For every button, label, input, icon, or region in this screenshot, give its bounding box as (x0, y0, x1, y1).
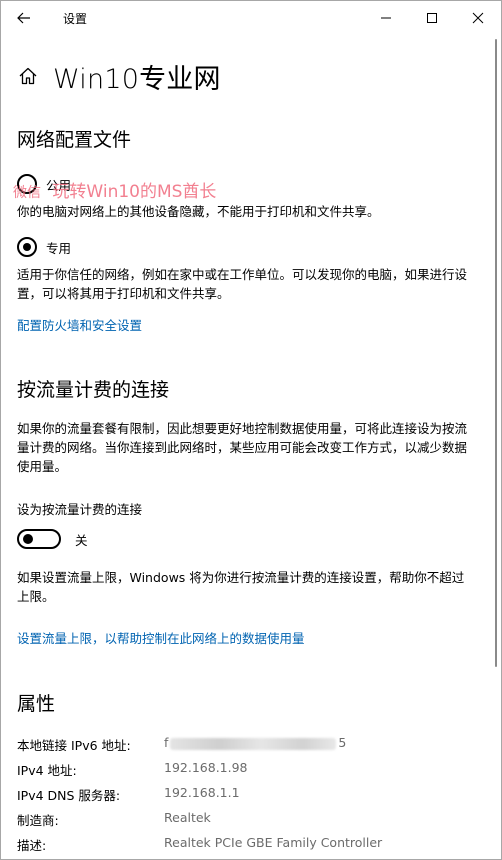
ipv6-end: 5 (338, 735, 347, 750)
metered-toggle-label: 设为按流量计费的连接 (17, 502, 143, 517)
metered-heading: 按流量计费的连接 (17, 379, 170, 401)
window-title: 设置 (63, 12, 88, 26)
minimize-button[interactable] (363, 1, 409, 35)
prop-key-manufacturer: 制造商: (17, 813, 59, 828)
maximize-icon (427, 13, 437, 23)
back-button[interactable] (9, 5, 39, 31)
prop-value-dns: 192.168.1.1 (164, 785, 240, 800)
radio-private[interactable]: 专用 (17, 237, 71, 257)
watermark: 微信 玩转Win10的MS酋长 (13, 177, 216, 202)
maximize-button[interactable] (409, 1, 455, 35)
close-icon (472, 12, 484, 24)
prop-key-ipv6: 本地链接 IPv6 地址: (17, 738, 131, 753)
public-description: 你的电脑对网络上的其他设备隐藏，不能用于打印机和文件共享。 (17, 204, 380, 219)
scrollbar[interactable] (495, 39, 497, 667)
metered-toggle-row: 关 (17, 529, 88, 549)
data-limit-link[interactable]: 设置流量上限，以帮助控制在此网络上的数据使用量 (17, 628, 305, 647)
prop-row-ipv4: IPv4 地址: 192.168.1.98 (17, 760, 487, 780)
radio-private-circle[interactable] (17, 237, 37, 257)
watermark-text: 玩转Win10的MS酋长 (52, 182, 217, 202)
metered-toggle[interactable] (17, 529, 61, 549)
page-title: Win10专业网 (53, 63, 221, 95)
prop-value-ipv4: 192.168.1.98 (164, 760, 248, 775)
prop-key-ipv4: IPv4 地址: (17, 763, 77, 778)
watermark-prefix: 微信 (13, 185, 41, 201)
radio-private-label: 专用 (46, 240, 72, 256)
prop-key-description: 描述: (17, 838, 47, 853)
prop-value-description: Realtek PCIe GBE Family Controller (164, 835, 383, 850)
back-arrow-icon (17, 12, 30, 24)
metered-toggle-state: 关 (75, 532, 88, 548)
prop-row-dns: IPv4 DNS 服务器: 192.168.1.1 (17, 785, 487, 805)
home-button[interactable] (17, 65, 39, 87)
prop-value-manufacturer: Realtek (164, 810, 211, 825)
toggle-knob (23, 534, 33, 544)
private-description: 适用于你信任的网络，例如在家中或在工作单位。可以发现你的电脑，如果进行设置，可以… (17, 267, 468, 301)
title-bar: 设置 (1, 1, 501, 35)
ipv6-start: f (164, 735, 169, 750)
firewall-settings-link[interactable]: 配置防火墙和安全设置 (17, 315, 142, 334)
ipv6-redacted (170, 737, 337, 750)
minimize-icon (381, 17, 391, 19)
prop-key-dns: IPv4 DNS 服务器: (17, 788, 121, 803)
home-icon (19, 67, 37, 85)
settings-window: 设置 Win10专业网 网络配置文件 公用 微信 玩转Win10的MS酋长 你的… (0, 0, 502, 860)
page-header: Win10专业网 (17, 59, 221, 95)
prop-row-manufacturer: 制造商: Realtek (17, 810, 487, 830)
properties-heading: 属性 (17, 693, 56, 715)
prop-row-description: 描述: Realtek PCIe GBE Family Controller (17, 835, 487, 855)
prop-value-ipv6: f5 (164, 735, 346, 750)
network-profile-heading: 网络配置文件 (17, 129, 132, 151)
prop-row-ipv6: 本地链接 IPv6 地址: f5 (17, 735, 487, 755)
data-limit-description: 如果设置流量上限，Windows 将为你进行按流量计费的连接设置，帮助你不超过上… (17, 570, 465, 604)
close-button[interactable] (455, 1, 501, 35)
metered-description: 如果你的流量套餐有限制，因此想要更好地控制数据使用量，可将此连接设为按流量计费的… (17, 421, 468, 474)
